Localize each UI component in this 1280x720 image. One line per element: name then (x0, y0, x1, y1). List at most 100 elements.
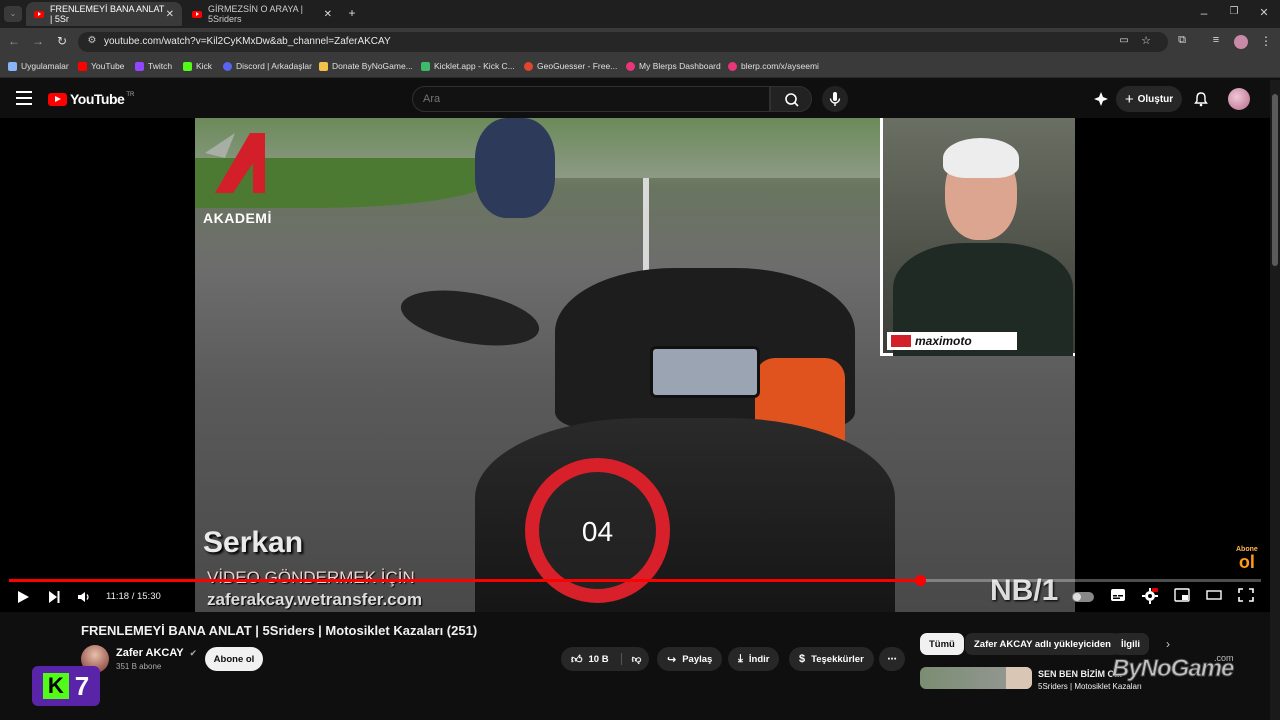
tab-close-icon[interactable]: ✕ (324, 9, 332, 20)
dislike-icon[interactable]: 👎︎ (620, 653, 641, 665)
bookmark-kick[interactable]: Kick (183, 61, 212, 71)
volume-icon[interactable] (77, 590, 91, 604)
search-input[interactable] (423, 93, 753, 105)
academy-label: AKADEMİ (203, 210, 272, 226)
subscribe-watermark[interactable]: Abone ol (1236, 546, 1258, 571)
tab-close-icon[interactable]: ✕ (166, 9, 174, 20)
play-icon[interactable] (15, 589, 31, 605)
kick-logo-icon: K (42, 673, 69, 699)
bookmark-apps[interactable]: Uygulamalar (8, 61, 69, 71)
download-label: İndir (748, 653, 770, 665)
sponsor-badge: maximoto (887, 332, 1017, 350)
bookmark-star-icon[interactable]: ☆ (1138, 34, 1154, 47)
settings-gear-icon[interactable] (1142, 588, 1158, 604)
create-button[interactable]: + Oluştur (1116, 86, 1182, 112)
presenter-inset: maximoto (880, 118, 1075, 356)
search-box (412, 86, 770, 112)
like-icon[interactable]: 👍︎ (571, 653, 583, 666)
fullscreen-icon[interactable] (1238, 588, 1254, 602)
bookmark-label: GeoGuesser - Free... (537, 61, 618, 71)
more-actions-button[interactable]: ⋯ (879, 647, 905, 671)
bookmark-geoguesser[interactable]: GeoGuesser - Free... (524, 61, 617, 71)
user-avatar[interactable] (1228, 88, 1250, 110)
chips-next-icon[interactable]: › (1166, 637, 1170, 651)
youtube-play-logo-icon (48, 92, 67, 106)
media-control-icon[interactable]: ≡ (1208, 34, 1224, 46)
twitch-icon (135, 61, 144, 71)
bookmark-twitch[interactable]: Twitch (135, 61, 172, 71)
miniplayer-icon[interactable] (1174, 588, 1190, 602)
bookmark-discord[interactable]: Discord | Arkadaşlar (223, 61, 312, 71)
search-button[interactable] (770, 86, 812, 112)
bookmark-blerps-dashboard[interactable]: My Blerps Dashboard (626, 61, 721, 71)
tab-title: GİRMEZSİN O ARAYA | 5Sriders (208, 4, 304, 24)
recommended-subtitle: 5Sriders | Motosiklet Kazaları (1038, 682, 1142, 691)
progress-bar[interactable] (9, 575, 1261, 586)
video-player[interactable]: AKADEMİ maximoto 04 Serkan VİDEO GÖNDERM… (0, 118, 1270, 612)
share-icon: ↪ (667, 653, 677, 666)
site-info-icon[interactable]: ⚙ (84, 35, 100, 46)
countdown-number: 04 (581, 516, 614, 547)
share-label: Paylaş (682, 653, 713, 665)
mirror (396, 281, 544, 355)
video-frame[interactable]: AKADEMİ maximoto 04 Serkan VİDEO GÖNDERM… (195, 118, 1075, 612)
blerp-icon (626, 61, 635, 71)
chip-related[interactable]: İlgili (1112, 633, 1149, 655)
like-count[interactable]: 10 B (589, 654, 609, 665)
minimize-icon[interactable]: – (1196, 6, 1212, 20)
url-field[interactable]: ⚙ youtube.com/watch?v=Kil2CyKMxDw&ab_cha… (78, 32, 1168, 52)
recommended-title[interactable]: SEN BEN BİZİM O... (1038, 669, 1122, 679)
bookmark-blerp[interactable]: blerp.com/x/ayseemi (728, 61, 819, 71)
subtitles-icon[interactable] (1110, 588, 1126, 602)
thanks-button[interactable]: $ Teşekkürler (789, 647, 874, 671)
theater-mode-icon[interactable] (1206, 588, 1222, 602)
youtube-favicon-icon (34, 10, 44, 18)
window-close-icon[interactable]: ✕ (1256, 6, 1272, 19)
chip-uploader[interactable]: Zafer AKCAY adlı yükleyiciden (965, 633, 1120, 655)
new-tab-icon[interactable]: + (344, 6, 360, 20)
cast-sparkle-icon[interactable] (1092, 90, 1110, 108)
bookmark-youtube[interactable]: YouTube (78, 61, 124, 71)
bookmark-donate[interactable]: Donate ByNoGame... (319, 61, 413, 71)
channel-name[interactable]: Zafer AKCAY ✔ (116, 647, 197, 659)
bookmark-kicklet[interactable]: Kicklet.app - Kick C... (421, 61, 515, 71)
tab-active[interactable]: FRENLEMEYİ BANA ANLAT | 5Sr ✕ (26, 2, 182, 26)
back-icon[interactable]: ← (6, 34, 22, 48)
scrollbar-thumb[interactable] (1272, 94, 1278, 266)
share-button[interactable]: ↪ Paylaş (657, 647, 723, 671)
rider-ahead (475, 118, 555, 218)
download-icon: ⤓ (738, 652, 743, 665)
page-scrollbar[interactable] (1270, 80, 1280, 720)
recommended-thumbnail[interactable] (920, 667, 1032, 689)
extensions-icon[interactable]: ⧉ (1174, 34, 1190, 47)
region-code: TR (126, 92, 135, 98)
autoplay-toggle[interactable] (1072, 592, 1094, 602)
subscribe-button[interactable]: Abone ol (205, 647, 263, 671)
thanks-icon: $ (799, 653, 806, 665)
tab-search-chevron-icon[interactable]: ⌄ (4, 6, 22, 22)
hamburger-menu-icon[interactable] (16, 91, 32, 105)
youtube-logo[interactable]: YouTube TR (48, 91, 134, 107)
restore-icon[interactable]: ❐ (1226, 6, 1242, 17)
bynogame-com: .com (1214, 653, 1234, 663)
forward-icon[interactable]: → (30, 34, 46, 48)
time-display: 11:18 / 15:30 (106, 591, 161, 602)
youtube-header: YouTube TR + Oluştur (0, 80, 1280, 118)
reload-icon[interactable]: ↻ (54, 34, 70, 48)
geoguesser-icon (524, 61, 533, 71)
profile-avatar[interactable] (1234, 35, 1248, 49)
bookmark-label: YouTube (91, 61, 125, 71)
notifications-bell-icon[interactable] (1192, 90, 1210, 108)
like-dislike-group: 👍︎ 10 B 👎︎ (561, 647, 649, 671)
microphone-icon (829, 92, 841, 106)
url-text: youtube.com/watch?v=Kil2CyKMxDw&ab_chann… (104, 36, 391, 47)
next-icon[interactable] (46, 589, 62, 605)
browser-menu-icon[interactable]: ⋮ (1258, 34, 1274, 48)
chip-all[interactable]: Tümü (920, 633, 964, 655)
autoplay-knob (1073, 593, 1081, 601)
download-button[interactable]: ⤓ İndir (728, 647, 780, 671)
voice-search-button[interactable] (822, 86, 848, 112)
thanks-label: Teşekkürler (811, 653, 864, 665)
tab-second[interactable]: GİRMEZSİN O ARAYA | 5Sriders ✕ (184, 2, 340, 26)
cast-icon[interactable]: ▭ (1116, 35, 1132, 46)
